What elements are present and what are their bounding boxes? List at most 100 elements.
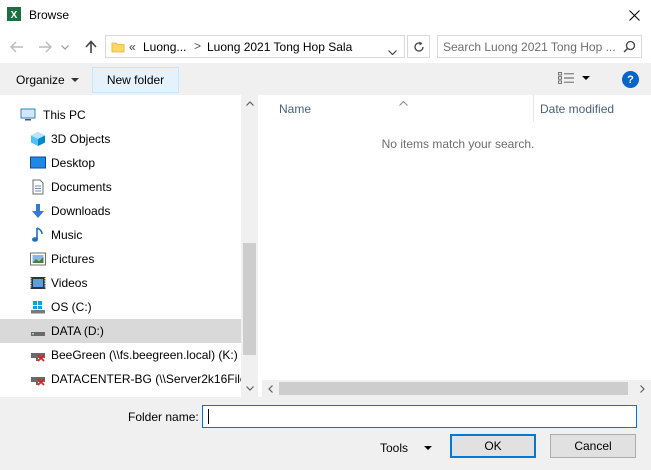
sidebar-item-beegreen-k[interactable]: BeeGreen (\\fs.beegreen.local) (K:) <box>0 343 241 367</box>
sidebar-item-music[interactable]: Music <box>0 223 241 247</box>
breadcrumb-separator[interactable]: > <box>194 39 201 53</box>
computer-icon <box>20 107 36 123</box>
column-divider[interactable] <box>533 95 534 122</box>
navigation-bar: « Luong... > Luong 2021 Tong Hop Sala <box>0 30 651 63</box>
network-drive-disconnected-icon <box>30 347 46 363</box>
folder-name-input[interactable] <box>202 405 637 428</box>
network-drive-disconnected-icon <box>30 371 46 387</box>
address-bar[interactable]: « Luong... > Luong 2021 Tong Hop Sala <box>105 35 405 58</box>
column-header-name[interactable]: Name <box>279 95 529 122</box>
sidebar-item-data-d[interactable]: DATA (D:) <box>0 319 241 343</box>
sidebar-item-label: DATACENTER-BG (\\Server2k16File) <box>51 372 251 386</box>
file-list: Name Date modified No items match your s… <box>262 95 651 397</box>
tools-label: Tools <box>380 441 409 455</box>
sidebar-item-label: Videos <box>51 276 88 290</box>
new-folder-button[interactable]: New folder <box>92 67 179 93</box>
chevron-left-icon <box>268 384 273 393</box>
caret-down-icon <box>582 76 590 80</box>
navigation-pane-scrollbar[interactable] <box>241 95 258 397</box>
file-list-scrollbar[interactable] <box>262 380 651 397</box>
address-dropdown[interactable] <box>388 44 397 58</box>
up-arrow-icon <box>85 40 97 53</box>
sidebar-item-label: Desktop <box>51 156 96 170</box>
close-button[interactable] <box>617 0 651 30</box>
sidebar-item-downloads[interactable]: Downloads <box>0 199 241 223</box>
organize-label: Organize <box>16 73 65 87</box>
os-drive-icon <box>30 299 46 315</box>
sidebar-item-label: This PC <box>43 108 86 122</box>
sidebar-item-datacenter-bg[interactable]: DATACENTER-BG (\\Server2k16File) <box>0 367 251 391</box>
sidebar-item-label: Downloads <box>51 204 111 218</box>
sidebar-item-label: Music <box>51 228 83 242</box>
navigation-pane: This PC 3D Objects Desktop Documents Dow… <box>0 95 258 397</box>
sidebar-item-label: DATA (D:) <box>51 324 104 338</box>
sidebar-item-label: Pictures <box>51 252 95 266</box>
text-cursor <box>208 409 209 424</box>
forward-button[interactable] <box>36 38 54 56</box>
scroll-thumb[interactable] <box>243 243 256 355</box>
back-arrow-icon <box>10 41 23 53</box>
download-icon <box>30 203 46 219</box>
caret-down-icon <box>424 446 433 450</box>
scroll-thumb[interactable] <box>279 382 628 395</box>
sidebar-item-videos[interactable]: Videos <box>0 271 241 295</box>
recent-locations-button[interactable] <box>60 38 70 56</box>
search-box[interactable] <box>437 35 642 58</box>
desktop-icon <box>30 155 46 171</box>
caret-down-icon <box>70 78 79 82</box>
empty-message: No items match your search. <box>381 137 535 151</box>
ok-button[interactable]: OK <box>450 434 536 458</box>
pictures-icon <box>30 251 46 267</box>
sidebar-item-documents[interactable]: Documents <box>0 175 241 199</box>
chevron-up-icon <box>245 101 254 106</box>
scroll-down-button[interactable] <box>241 380 258 397</box>
refresh-button[interactable] <box>407 35 430 58</box>
sidebar-item-label: OS (C:) <box>51 300 92 314</box>
breadcrumb-current[interactable]: Luong 2021 Tong Hop Sala <box>207 40 352 54</box>
breadcrumb-parent[interactable]: Luong... <box>143 40 186 54</box>
search-input[interactable] <box>443 38 618 55</box>
drive-icon <box>30 323 46 339</box>
scroll-up-button[interactable] <box>241 95 258 112</box>
forward-arrow-icon <box>39 41 52 53</box>
change-view-button[interactable] <box>558 72 590 84</box>
sidebar-item-label: BeeGreen (\\fs.beegreen.local) (K:) <box>51 348 238 362</box>
column-header-date-modified[interactable]: Date modified <box>540 95 650 122</box>
scroll-left-button[interactable] <box>262 380 279 397</box>
sidebar-item-desktop[interactable]: Desktop <box>0 151 241 175</box>
command-toolbar: Organize New folder ? <box>0 63 651 95</box>
chevron-right-icon <box>640 384 645 393</box>
scroll-right-button[interactable] <box>634 380 651 397</box>
details-view-icon <box>558 72 574 84</box>
music-icon <box>30 227 46 243</box>
sidebar-item-label: 3D Objects <box>51 132 111 146</box>
search-icon[interactable] <box>623 40 636 56</box>
chevron-down-icon <box>388 50 397 56</box>
excel-icon: X <box>7 7 21 21</box>
cube-icon <box>30 131 46 147</box>
up-button[interactable] <box>82 38 100 56</box>
chevron-down-icon <box>245 386 254 391</box>
title-bar: X Browse <box>0 0 651 30</box>
svg-text:X: X <box>11 10 18 21</box>
documents-icon <box>30 179 46 195</box>
sidebar-item-this-pc[interactable]: This PC <box>0 103 241 127</box>
refresh-icon <box>413 41 424 52</box>
organize-button[interactable]: Organize <box>8 67 87 93</box>
dialog-footer: Folder name: Tools OK Cancel <box>0 397 651 470</box>
help-button[interactable]: ? <box>622 71 639 88</box>
chevron-down-icon <box>61 44 69 50</box>
sidebar-item-os-c[interactable]: OS (C:) <box>0 295 241 319</box>
address-overflow[interactable]: « <box>129 40 136 54</box>
cancel-button[interactable]: Cancel <box>550 434 636 458</box>
window-title: Browse <box>29 8 70 22</box>
sidebar-item-pictures[interactable]: Pictures <box>0 247 241 271</box>
back-button[interactable] <box>8 38 26 56</box>
close-icon <box>628 9 640 21</box>
videos-icon <box>30 275 46 291</box>
sidebar-item-3d-objects[interactable]: 3D Objects <box>0 127 241 151</box>
sidebar-item-label: Documents <box>51 180 112 194</box>
tools-button[interactable]: Tools <box>380 437 433 459</box>
folder-icon <box>111 40 125 57</box>
folder-name-label: Folder name: <box>128 410 199 424</box>
